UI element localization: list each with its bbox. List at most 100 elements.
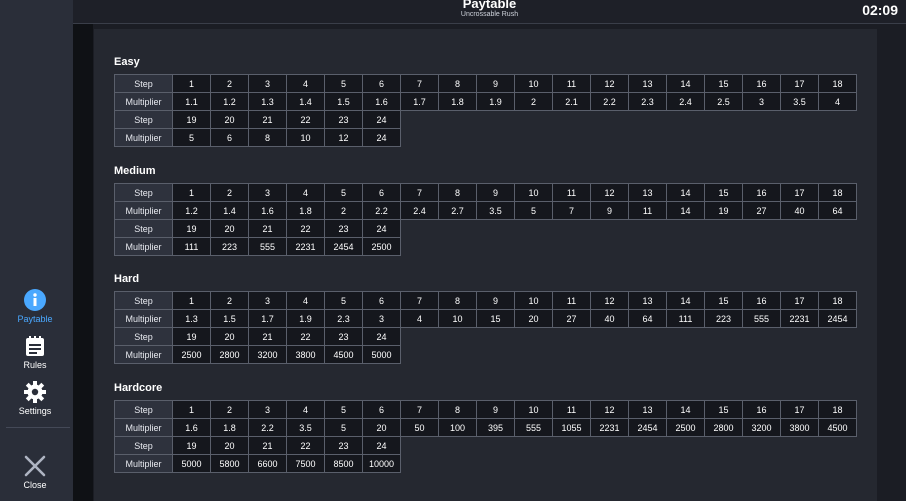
left-strip	[73, 0, 93, 501]
step-cell: 13	[628, 291, 667, 310]
step-cell: 16	[742, 291, 781, 310]
empty-cell	[401, 111, 439, 129]
multiplier-header-cell: Multiplier	[114, 345, 173, 364]
step-cell: 6	[362, 400, 401, 419]
multiplier-cell: 555	[514, 418, 553, 437]
step-cell: 21	[248, 219, 287, 238]
multiplier-cell: 1.3	[248, 92, 287, 111]
table-row: Multiplier 111 223 555 2231 2454 2500	[114, 237, 857, 256]
multiplier-cell: 3800	[780, 418, 819, 437]
empty-cell	[515, 129, 553, 147]
multiplier-cell: 27	[742, 201, 781, 220]
nav-settings[interactable]: Settings	[0, 381, 70, 416]
step-cell: 19	[172, 436, 211, 455]
empty-cell	[743, 220, 781, 238]
multiplier-cell: 2.2	[590, 92, 629, 111]
nav-rules-label: Rules	[23, 360, 47, 370]
step-cell: 18	[818, 291, 857, 310]
step-cell: 3	[248, 400, 287, 419]
multiplier-cell: 10	[286, 128, 325, 147]
empty-cell	[591, 455, 629, 473]
table-row: Step 19 20 21 22 23 24	[114, 219, 857, 238]
multiplier-cell: 6	[210, 128, 249, 147]
multiplier-cell: 10000	[362, 454, 401, 473]
empty-cell	[439, 455, 477, 473]
empty-cell	[401, 129, 439, 147]
multiplier-header-cell: Multiplier	[114, 418, 173, 437]
nav-divider	[6, 427, 70, 428]
multiplier-cell: 10	[438, 309, 477, 328]
multiplier-cell: 1.6	[172, 418, 211, 437]
multiplier-header-cell: Multiplier	[114, 309, 173, 328]
table-row: Multiplier 1.3 1.5 1.7 1.9 2.3 3 4 10 15 20 27 40 64 1…	[114, 309, 857, 328]
multiplier-cell: 4	[400, 309, 439, 328]
step-cell: 18	[818, 74, 857, 93]
empty-cell	[629, 129, 667, 147]
empty-cell	[705, 346, 743, 364]
step-cell: 1	[172, 400, 211, 419]
multiplier-cell: 2231	[780, 309, 819, 328]
multiplier-cell: 2800	[210, 345, 249, 364]
step-cell: 4	[286, 183, 325, 202]
multiplier-cell: 3200	[742, 418, 781, 437]
step-cell: 10	[514, 183, 553, 202]
nav-rules[interactable]: Rules	[0, 335, 70, 370]
step-header-cell: Step	[114, 400, 173, 419]
step-cell: 15	[704, 74, 743, 93]
multiplier-cell: 2231	[286, 237, 325, 256]
multiplier-cell: 5	[514, 201, 553, 220]
multiplier-header-cell: Multiplier	[114, 92, 173, 111]
empty-cell	[705, 111, 743, 129]
multiplier-cell: 2	[324, 201, 363, 220]
empty-cell	[401, 455, 439, 473]
multiplier-cell: 5	[324, 418, 363, 437]
empty-cell	[819, 455, 857, 473]
step-cell: 16	[742, 183, 781, 202]
empty-cell	[781, 346, 819, 364]
table-row: Step 1 2 3 4 5 6 7 8 9 10 11 12 13 14 15 16 17 18	[114, 400, 857, 419]
step-cell: 21	[248, 327, 287, 346]
multiplier-cell: 2231	[590, 418, 629, 437]
step-cell: 24	[362, 327, 401, 346]
step-cell: 10	[514, 291, 553, 310]
multiplier-cell: 111	[172, 237, 211, 256]
multiplier-cell: 5800	[210, 454, 249, 473]
close-button[interactable]: Close	[0, 455, 70, 490]
multiplier-cell: 19	[704, 201, 743, 220]
step-cell: 9	[476, 183, 515, 202]
multiplier-cell: 223	[704, 309, 743, 328]
multiplier-cell: 64	[818, 201, 857, 220]
multiplier-cell: 15	[476, 309, 515, 328]
multiplier-cell: 1.5	[210, 309, 249, 328]
multiplier-cell: 1.6	[248, 201, 287, 220]
multiplier-cell: 1.3	[172, 309, 211, 328]
step-cell: 13	[628, 74, 667, 93]
multiplier-cell: 40	[590, 309, 629, 328]
step-cell: 7	[400, 291, 439, 310]
empty-cell	[819, 238, 857, 256]
empty-cell	[401, 346, 439, 364]
table-row: Multiplier 5000 5800 6600 7500 8500 10000	[114, 454, 857, 473]
empty-cell	[743, 129, 781, 147]
empty-cell	[667, 437, 705, 455]
multiplier-cell: 5000	[362, 345, 401, 364]
section-title: Easy	[114, 56, 140, 68]
step-cell: 15	[704, 183, 743, 202]
step-cell: 19	[172, 110, 211, 129]
empty-cell	[477, 220, 515, 238]
multiplier-cell: 2454	[628, 418, 667, 437]
close-label: Close	[23, 480, 47, 490]
empty-cell	[553, 238, 591, 256]
multiplier-cell: 1.8	[286, 201, 325, 220]
empty-cell	[591, 328, 629, 346]
empty-cell	[705, 328, 743, 346]
step-cell: 16	[742, 400, 781, 419]
multiplier-cell: 3200	[248, 345, 287, 364]
nav-paytable[interactable]: Paytable	[0, 289, 70, 324]
empty-cell	[515, 455, 553, 473]
multiplier-cell: 4	[818, 92, 857, 111]
step-header-cell: Step	[114, 74, 173, 93]
step-cell: 11	[552, 400, 591, 419]
empty-cell	[629, 111, 667, 129]
step-header-cell: Step	[114, 110, 173, 129]
